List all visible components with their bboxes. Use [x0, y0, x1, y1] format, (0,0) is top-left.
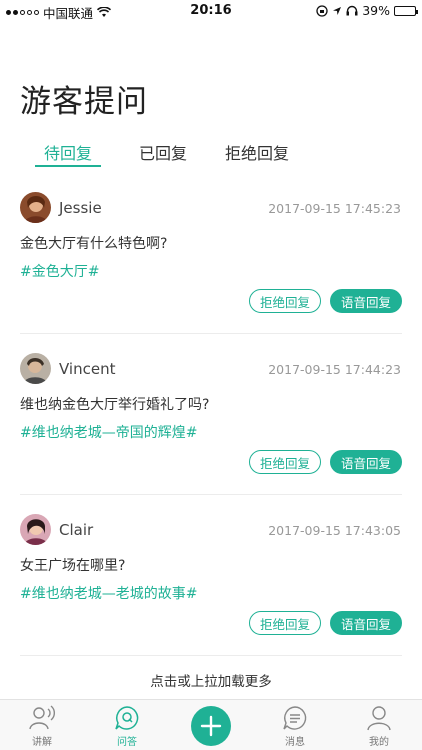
tab-rejected[interactable]: 拒绝回复	[225, 140, 289, 164]
avatar[interactable]	[20, 514, 51, 545]
question-tag[interactable]: #金色大厅#	[20, 261, 99, 281]
lock-rotation-icon	[316, 4, 328, 17]
tabbar-label: 消息	[285, 737, 305, 748]
user-name: Clair	[59, 521, 94, 539]
question-card: Jessie 2017-09-15 17:45:23 金色大厅有什么特色啊? #…	[0, 192, 422, 352]
tabbar-item-messages[interactable]: 消息	[265, 704, 325, 748]
page-title: 游客提问	[20, 84, 148, 120]
question-tag[interactable]: #维也纳老城—老城的故事#	[20, 583, 197, 603]
profile-icon	[367, 706, 391, 731]
question-time: 2017-09-15 17:45:23	[268, 201, 401, 216]
voice-reply-button[interactable]: 语音回复	[330, 450, 402, 474]
status-bar: 中国联通 20:16 39%	[0, 0, 422, 22]
question-card: Clair 2017-09-15 17:43:05 女王广场在哪里? #维也纳老…	[0, 514, 422, 674]
voice-reply-button[interactable]: 语音回复	[330, 289, 402, 313]
reject-reply-button[interactable]: 拒绝回复	[249, 450, 321, 474]
speaker-person-icon	[29, 705, 55, 730]
reject-reply-button[interactable]: 拒绝回复	[249, 289, 321, 313]
message-icon	[283, 706, 307, 730]
user-name: Jessie	[59, 199, 102, 217]
tab-replied[interactable]: 已回复	[139, 140, 187, 164]
tab-pending[interactable]: 待回复	[44, 140, 92, 164]
add-button[interactable]	[191, 706, 231, 746]
question-tag[interactable]: #维也纳老城—帝国的辉煌#	[20, 422, 197, 442]
divider	[20, 655, 402, 656]
question-time: 2017-09-15 17:43:05	[268, 523, 401, 538]
voice-reply-button[interactable]: 语音回复	[330, 611, 402, 635]
user-name: Vincent	[59, 360, 116, 378]
tabbar-item-profile[interactable]: 我的	[349, 704, 409, 748]
tabbar-item-qa[interactable]: 问答	[97, 704, 157, 748]
avatar[interactable]	[20, 353, 51, 384]
question-text: 维也纳金色大厅举行婚礼了吗?	[20, 397, 210, 413]
divider	[20, 333, 402, 334]
status-right: 39%	[316, 3, 418, 18]
tabbar-label: 我的	[369, 737, 389, 748]
load-more-button[interactable]: 点击或上拉加载更多	[0, 670, 422, 690]
plus-icon	[200, 715, 222, 737]
battery-percent: 39%	[362, 3, 390, 18]
question-card: Vincent 2017-09-15 17:44:23 维也纳金色大厅举行婚礼了…	[0, 353, 422, 513]
tabbar-label: 问答	[117, 737, 137, 748]
location-arrow-icon	[333, 6, 342, 15]
headphones-icon	[346, 5, 358, 16]
reject-reply-button[interactable]: 拒绝回复	[249, 611, 321, 635]
battery-icon	[394, 5, 418, 16]
active-tab-indicator	[35, 165, 101, 167]
filter-tabs: 待回复 已回复 拒绝回复	[0, 140, 422, 170]
question-text: 女王广场在哪里?	[20, 558, 126, 574]
qa-bubble-icon	[115, 706, 139, 730]
tabbar-label: 讲解	[32, 737, 52, 748]
divider	[20, 494, 402, 495]
avatar[interactable]	[20, 192, 51, 223]
question-time: 2017-09-15 17:44:23	[268, 362, 401, 377]
tabbar-item-narration[interactable]: 讲解	[12, 704, 72, 748]
question-text: 金色大厅有什么特色啊?	[20, 236, 168, 252]
